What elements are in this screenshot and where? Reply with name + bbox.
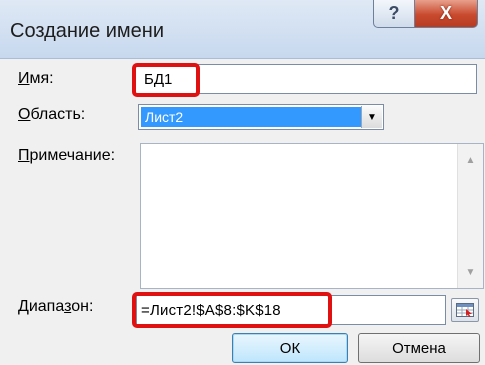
range-input-value: =Лист2!$A$8:$K$18 [141, 302, 281, 319]
name-input[interactable]: БД1 [135, 64, 477, 94]
scope-selected-value: Лист2 [141, 107, 361, 127]
range-select-icon [456, 303, 474, 317]
range-input[interactable]: =Лист2!$A$8:$K$18 [136, 295, 446, 325]
scroll-up-icon[interactable]: ▲ [458, 148, 483, 172]
scope-label: Область: [18, 106, 86, 123]
title-bar: Создание имени ? X [0, 0, 485, 59]
ok-button[interactable]: ОК [232, 333, 348, 363]
dialog-title: Создание имени [10, 20, 165, 42]
close-button[interactable]: X [414, 0, 478, 28]
name-input-value: БД1 [144, 71, 173, 88]
name-label: Имя: [18, 70, 54, 87]
scroll-down-icon[interactable]: ▼ [458, 260, 483, 284]
comment-scrollbar[interactable]: ▲ ▼ [457, 144, 483, 288]
collapse-dialog-button[interactable] [451, 298, 479, 322]
scope-select[interactable]: Лист2 ▼ [138, 104, 384, 130]
cancel-button[interactable]: Отмена [358, 333, 480, 363]
comment-label: Примечание: [18, 147, 116, 164]
close-icon: X [439, 3, 452, 23]
help-button[interactable]: ? [373, 0, 415, 28]
range-label: Диапазон: [18, 298, 94, 315]
chevron-down-icon[interactable]: ▼ [361, 106, 382, 128]
question-icon: ? [388, 3, 400, 23]
comment-textarea[interactable]: ▲ ▼ [140, 143, 484, 289]
